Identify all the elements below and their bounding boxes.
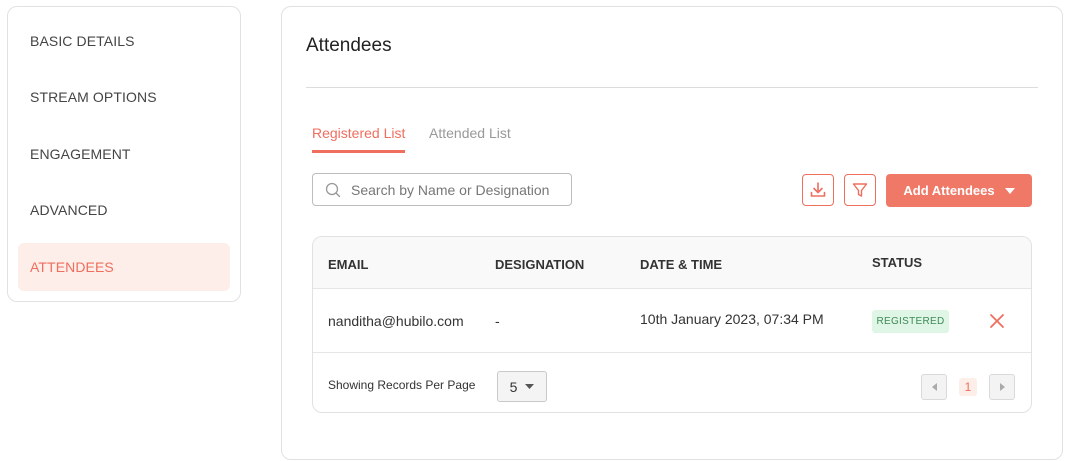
add-attendees-label: Add Attendees xyxy=(903,183,995,198)
page-number-current[interactable]: 1 xyxy=(959,378,977,396)
sidebar-item-label: STREAM OPTIONS xyxy=(30,89,157,105)
search-box xyxy=(312,173,572,206)
table-header: EMAIL DESIGNATION DATE & TIME STATUS xyxy=(313,237,1031,289)
caret-down-icon xyxy=(525,384,535,389)
add-attendees-button[interactable]: Add Attendees xyxy=(886,174,1032,207)
sidebar-item-engagement[interactable]: ENGAGEMENT xyxy=(18,130,230,178)
caret-right-icon xyxy=(999,383,1005,391)
cell-date-time: 10th January 2023, 07:34 PM xyxy=(640,311,824,327)
cell-designation: - xyxy=(495,313,500,329)
column-header-designation: DESIGNATION xyxy=(495,257,585,272)
sidebar-item-advanced[interactable]: ADVANCED xyxy=(18,186,230,234)
attendees-panel: Attendees Registered List Attended List … xyxy=(281,6,1063,460)
download-button[interactable] xyxy=(802,174,834,206)
sidebar-item-label: ADVANCED xyxy=(30,202,108,218)
sidebar-item-label: ENGAGEMENT xyxy=(30,146,131,162)
records-per-page-value: 5 xyxy=(509,378,518,395)
close-icon xyxy=(990,314,1004,328)
previous-page-button[interactable] xyxy=(921,374,947,400)
table-row: nanditha@hubilo.com - 10th January 2023,… xyxy=(313,289,1031,353)
column-header-status: STATUS xyxy=(872,255,923,270)
search-input[interactable] xyxy=(351,181,561,198)
sidebar-item-label: BASIC DETAILS xyxy=(30,33,135,49)
remove-attendee-button[interactable] xyxy=(989,313,1005,329)
status-badge: REGISTERED xyxy=(872,310,949,333)
title-divider xyxy=(306,87,1038,88)
sidebar-item-attendees[interactable]: ATTENDEES xyxy=(18,243,230,291)
search-icon xyxy=(325,182,341,197)
attendees-table: EMAIL DESIGNATION DATE & TIME STATUS nan… xyxy=(312,236,1032,413)
settings-sidebar: BASIC DETAILS STREAM OPTIONS ENGAGEMENT … xyxy=(7,6,241,302)
sidebar-item-basic-details[interactable]: BASIC DETAILS xyxy=(18,17,230,65)
caret-left-icon xyxy=(931,383,937,391)
sidebar-item-stream-options[interactable]: STREAM OPTIONS xyxy=(18,73,230,121)
filter-button[interactable] xyxy=(844,174,876,206)
filter-icon xyxy=(852,183,868,197)
page-title: Attendees xyxy=(306,35,392,56)
records-per-page-select[interactable]: 5 xyxy=(497,371,547,402)
tab-attended-list[interactable]: Attended List xyxy=(429,125,511,153)
cell-email: nanditha@hubilo.com xyxy=(328,313,464,329)
caret-down-icon xyxy=(1004,187,1015,194)
column-header-email: EMAIL xyxy=(328,257,369,272)
download-icon xyxy=(810,182,826,197)
sidebar-item-label: ATTENDEES xyxy=(30,259,114,275)
next-page-button[interactable] xyxy=(989,374,1015,400)
tab-registered-list[interactable]: Registered List xyxy=(312,125,406,153)
column-header-date-time: DATE & TIME xyxy=(640,257,723,272)
records-per-page-label: Showing Records Per Page xyxy=(328,378,476,392)
